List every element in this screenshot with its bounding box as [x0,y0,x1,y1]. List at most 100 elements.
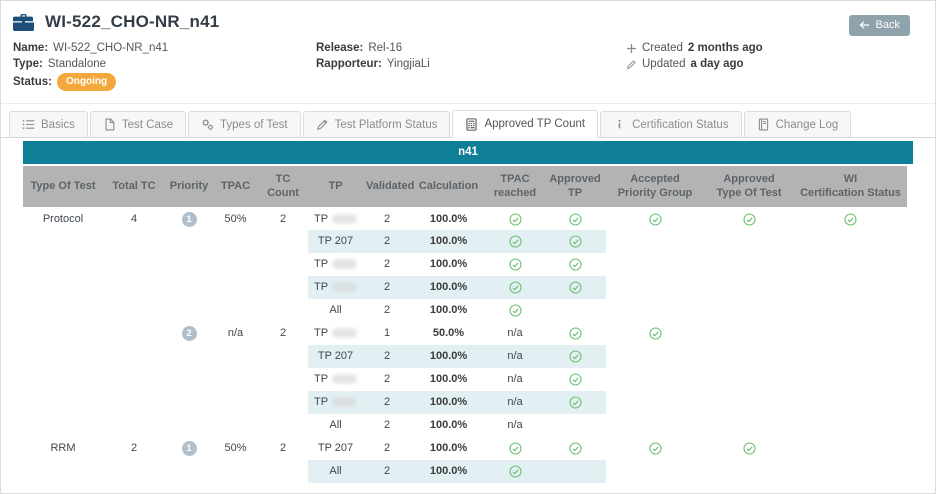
column-header-wi-certification-status: WI Certification Status [794,166,907,207]
cell-tp: TP 207 [308,437,363,460]
cell-priority [165,391,213,414]
check-circle-icon [509,442,522,455]
cell-type-of-test: RRM [23,437,103,460]
table-row: All2100.0%n/a [23,414,907,437]
cell-accepted-priority-group [606,368,704,391]
check-circle-icon [649,442,662,455]
tp-count-table: Type Of TestTotal TCPriorityTPACTC Count… [23,166,907,483]
cell-tp: All [308,414,363,437]
tab-label: Change Log [776,119,839,131]
cell-approved-tp [544,345,606,368]
cell-tpac [213,368,258,391]
cell-priority: 1 [165,437,213,460]
tp-label: TP [314,373,328,385]
cell-accepted-priority-group [606,460,704,483]
pencil-icon [316,118,329,131]
cell-approved-tp [544,230,606,253]
tab-change-log[interactable]: Change Log [744,111,852,137]
cell-approved-type-of-test [704,414,794,437]
cell-validated: 2 [363,253,411,276]
tab-approved-tp-count[interactable]: Approved TP Count [452,110,598,138]
cell-accepted-priority-group [606,276,704,299]
tab-basics[interactable]: Basics [9,111,88,137]
cell-validated: 2 [363,207,411,230]
tp-label: TP 207 [318,442,353,454]
gears-icon [201,118,214,131]
cell-approved-tp [544,414,606,437]
arrow-left-icon [859,20,870,30]
tab-types-of-test[interactable]: Types of Test [188,111,301,137]
table-header-row: Type Of TestTotal TCPriorityTPACTC Count… [23,166,907,207]
cell-approved-type-of-test [704,437,794,460]
cell-approved-type-of-test [704,253,794,276]
status-badge: Ongoing [57,73,116,91]
tp-label: All [329,304,341,316]
check-circle-icon [844,213,857,226]
cell-tpac-reached: n/a [486,414,544,437]
cell-wi-certification-status [794,299,907,322]
tab-test-case[interactable]: Test Case [90,111,186,137]
tab-certification-status[interactable]: Certification Status [600,111,742,137]
check-circle-icon [509,235,522,248]
column-header-approved-tp: Approved TP [544,166,606,207]
cell-tp: All [308,460,363,483]
calculator-icon [465,118,478,131]
cell-tc-count [258,253,308,276]
cell-approved-tp [544,368,606,391]
cell-priority [165,299,213,322]
type-value: Standalone [48,57,106,72]
tab-test-platform-status[interactable]: Test Platform Status [303,111,451,137]
cell-tpac [213,230,258,253]
cell-calculation: 100.0% [411,414,486,437]
cell-priority [165,345,213,368]
cell-approved-type-of-test [704,299,794,322]
cell-wi-certification-status [794,230,907,253]
cell-tc-count [258,391,308,414]
cell-approved-tp [544,253,606,276]
check-circle-icon [509,465,522,478]
cell-tpac [213,299,258,322]
cell-accepted-priority-group [606,322,704,345]
cell-tc-count [258,460,308,483]
cell-priority [165,460,213,483]
cell-tp: TP [308,391,363,414]
cell-tc-count [258,276,308,299]
redacted-text [332,282,357,292]
column-header-tpac-reached: TPAC reached [486,166,544,207]
cell-approved-tp [544,460,606,483]
cell-tpac: 50% [213,437,258,460]
cell-accepted-priority-group [606,230,704,253]
cell-tc-count [258,230,308,253]
cell-approved-tp [544,207,606,230]
cell-calculation: 100.0% [411,207,486,230]
priority-badge: 1 [182,441,197,456]
list-icon [22,118,35,131]
table-row: All2100.0% [23,460,907,483]
cell-tp: TP 207 [308,345,363,368]
check-circle-icon [743,213,756,226]
updated-value: a day ago [690,57,743,72]
cell-tpac-reached [486,253,544,276]
back-button[interactable]: Back [849,15,910,36]
cell-wi-certification-status [794,414,907,437]
cell-tpac [213,276,258,299]
redacted-text [332,374,357,384]
cell-approved-type-of-test [704,345,794,368]
cell-priority [165,368,213,391]
column-header-priority: Priority [165,166,213,207]
table-row: RRM2150%2TP 2072100.0% [23,437,907,460]
cell-validated: 1 [363,322,411,345]
cell-type-of-test [23,414,103,437]
cell-accepted-priority-group [606,253,704,276]
check-circle-icon [743,442,756,455]
cell-total-tc: 4 [103,207,165,230]
check-circle-icon [569,327,582,340]
cell-wi-certification-status [794,207,907,230]
cell-tp: All [308,299,363,322]
meta-section: Name: WI-522_CHO-NR_n41 Type: Standalone… [1,41,935,92]
cell-approved-type-of-test [704,276,794,299]
cell-validated: 2 [363,345,411,368]
cell-tpac [213,460,258,483]
cell-calculation: 50.0% [411,322,486,345]
region-band: n41 [23,141,913,164]
